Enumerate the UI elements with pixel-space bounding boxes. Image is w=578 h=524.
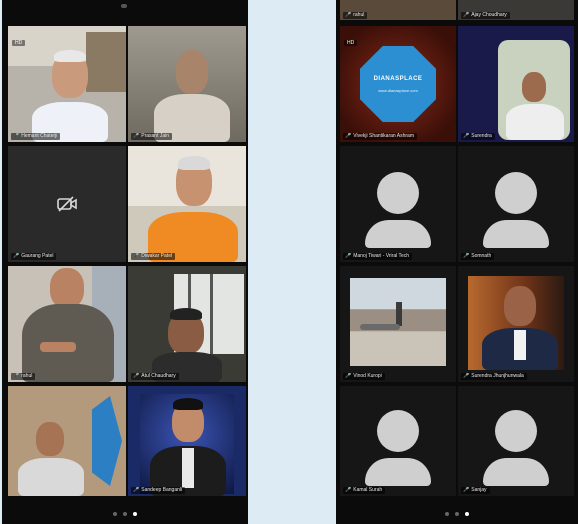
video-tile[interactable]: 🎤 Sanjay [458,386,574,496]
participant-name: 🎤 Ajay Choudhary [461,12,510,19]
participant-name: 🎤 rahul [11,373,36,380]
default-avatar-icon [483,172,549,248]
video-tile[interactable]: 🎤 Manoj Tiwari - Vriral Tech [340,146,456,262]
participant-video [148,154,238,262]
video-tile[interactable]: 🎤 Vinod Kuropi [340,266,456,382]
page-dot[interactable] [113,512,117,516]
mic-muted-icon: 🎤 [463,12,470,18]
participant-video [480,284,560,370]
hd-badge: HD [12,40,26,46]
video-tile[interactable]: HD 🎤 Hemant Chaterji [8,26,126,142]
mic-muted-icon: 🎤 [463,253,470,259]
page-dot[interactable] [445,512,449,516]
video-tile[interactable]: 🎤 Sandeep Banganli [128,386,246,496]
notch-indicator [121,4,127,8]
participant-video [18,420,88,496]
participant-name: 🎤 Prasant Jain [131,133,173,140]
page-dot[interactable] [455,512,459,516]
page-dot-current[interactable] [465,512,469,516]
hd-badge: HD [344,40,358,46]
participant-video [28,46,108,142]
video-tile[interactable]: 🎤 Diwakar Patel [128,146,246,262]
video-tile[interactable] [8,386,126,496]
mic-muted-icon: 🎤 [463,487,470,493]
participant-video [502,70,568,140]
video-tile-partial[interactable]: 🎤 Ajay Choudhary [458,0,574,20]
participant-name: 🎤 Diwakar Patel [131,253,176,260]
mic-muted-icon: 🎤 [463,133,470,139]
mic-muted-icon: 🎤 [345,133,352,139]
video-tile[interactable]: 🎤 rahul [8,266,126,382]
mic-muted-icon: 🎤 [133,133,140,139]
video-tile-partial[interactable]: 🎤 rahul [340,0,456,20]
left-phone-screen: HD 🎤 Hemant Chaterji 🎤 Prasant Jain 🎤 Gaura… [2,0,248,524]
page-dot-current[interactable] [133,512,137,516]
mic-muted-icon: 🎤 [345,12,352,18]
participant-name: 🎤 Surendra [461,133,495,140]
mic-muted-icon: 🎤 [345,373,352,379]
mic-muted-icon: 🎤 [13,373,20,379]
participant-name: 🎤 Vivekji Shantikaran Ashram [343,133,418,140]
participant-name: 🎤 Somnath [461,253,495,260]
mic-muted-icon: 🎤 [133,253,140,259]
default-avatar-icon [365,172,431,248]
participant-video [148,398,228,496]
page-dot[interactable] [123,512,127,516]
video-tile[interactable]: 🎤 Atul Chaudhary [128,266,246,382]
mic-muted-icon: 🎤 [133,373,140,379]
participant-name: 🎤 Manoj Tiwari - Vriral Tech [343,253,413,260]
participant-name: 🎤 Sanjay [461,487,490,494]
video-tile[interactable]: DIANASPLACE www.dianasplace.com HD 🎤 Vive… [340,26,456,142]
participant-name: 🎤 Gaurang Patel [11,253,57,260]
participant-video [150,46,230,142]
video-tile[interactable]: 🎤 Surendra [458,26,574,142]
participant-name: 🎤 rahul [343,12,368,19]
mic-muted-icon: 🎤 [345,253,352,259]
video-tile[interactable]: 🎤 Surendra Jhunjhunwala [458,266,574,382]
participant-name: 🎤 Surendra Jhunjhunwala [461,373,527,380]
video-tile-active-speaker[interactable]: 🎤 Prasant Jain [128,26,246,142]
participant-name: 🎤 Hemant Chaterji [11,133,61,140]
participant-name: 🎤 Sandeep Banganli [131,487,186,494]
mic-muted-icon: 🎤 [133,487,140,493]
video-tile[interactable]: 🎤 Kamal Surah [340,386,456,496]
mic-muted-icon: 🎤 [13,253,20,259]
right-phone-screen: 🎤 rahul 🎤 Ajay Choudhary DIANASPLACE www.d… [336,0,578,524]
default-avatar-icon [365,410,431,486]
participant-name: 🎤 Kamal Surah [343,487,386,494]
mic-muted-icon: 🎤 [345,487,352,493]
video-off-icon [57,196,77,212]
default-avatar-icon [483,410,549,486]
video-tile[interactable]: 🎤 Gaurang Patel [8,146,126,262]
video-tile[interactable]: 🎤 Somnath [458,146,574,262]
participant-name: 🎤 Atul Chaudhary [131,373,179,380]
page-indicator[interactable] [113,512,137,516]
mic-muted-icon: 🎤 [463,373,470,379]
participant-video [152,306,222,382]
mic-muted-icon: 🎤 [13,133,20,139]
participant-video [16,268,116,382]
page-indicator[interactable] [445,512,469,516]
participant-name: 🎤 Vinod Kuropi [343,373,385,380]
